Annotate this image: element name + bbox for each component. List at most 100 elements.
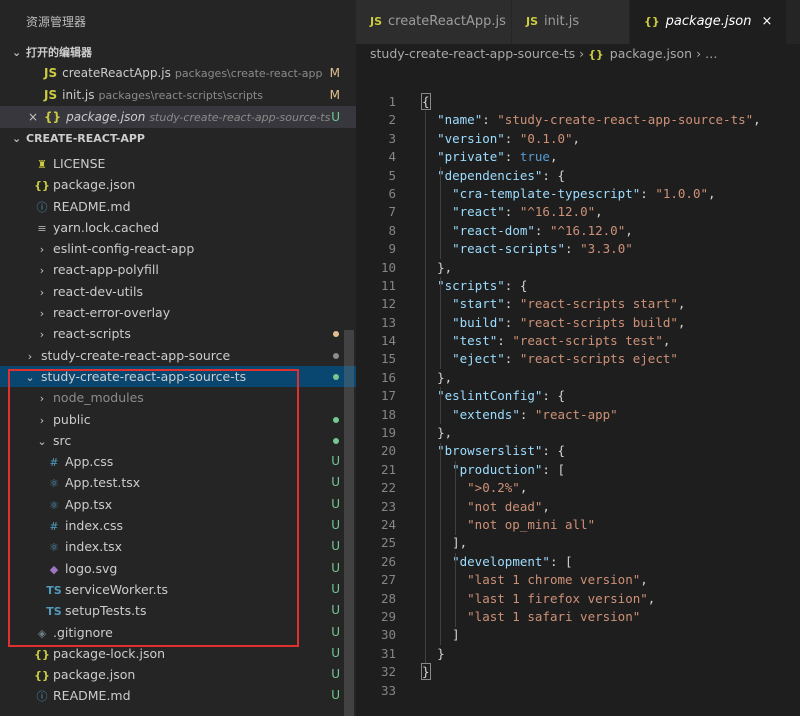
tree-item-label: package.json bbox=[53, 667, 136, 683]
tree-item[interactable]: # App.css U bbox=[0, 451, 356, 472]
tree-item[interactable]: › eslint-config-react-app bbox=[0, 238, 356, 259]
tree-item[interactable]: ♜ LICENSE bbox=[0, 153, 356, 174]
tree-item[interactable]: ⌄ study-create-react-app-source-ts bbox=[0, 365, 356, 388]
code-line: 14 "test": "react-scripts test", bbox=[356, 332, 800, 350]
tree-item[interactable]: ⚛ App.test.tsx U bbox=[0, 472, 356, 493]
chevron-right-icon: › bbox=[39, 264, 45, 278]
tree-item-label: README.md bbox=[53, 688, 131, 704]
open-editor-item[interactable]: JS init.js packages\react-scripts\scripts M bbox=[0, 84, 356, 106]
tree-item[interactable]: ⚛ index.tsx U bbox=[0, 536, 356, 557]
code-line: 19 }, bbox=[356, 424, 800, 442]
tree-item[interactable]: › react-error-overlay bbox=[0, 302, 356, 323]
tree-item[interactable]: ◈ .gitignore U bbox=[0, 622, 356, 643]
file-tree: ♜ LICENSE{} package.json ⓘ README.md ≡ yarn.lo… bbox=[0, 153, 356, 707]
line-number: 28 bbox=[380, 590, 396, 606]
breadcrumb-more[interactable]: … bbox=[705, 46, 718, 61]
tree-item[interactable]: › node_modules bbox=[0, 387, 356, 408]
tree-item-label: App.test.tsx bbox=[65, 475, 141, 491]
line-text: ], bbox=[452, 535, 468, 551]
svg-icon: ◆ bbox=[49, 562, 59, 576]
chevron-down-icon: ⌄ bbox=[25, 370, 35, 384]
tab-label: init.js bbox=[544, 14, 580, 29]
line-number: 23 bbox=[380, 498, 396, 514]
line-text: "not dead", bbox=[467, 498, 550, 514]
line-number: 18 bbox=[380, 406, 396, 422]
tree-item-label: node_modules bbox=[53, 390, 144, 406]
line-text: "eslintConfig": { bbox=[437, 388, 566, 404]
tree-item[interactable]: › study-create-react-app-source bbox=[0, 345, 356, 366]
tree-item[interactable]: › react-dev-utils bbox=[0, 281, 356, 302]
line-text: "development": [ bbox=[452, 553, 573, 569]
chevron-right-icon: › bbox=[27, 349, 33, 363]
line-number: 21 bbox=[380, 461, 396, 477]
code-line: 23 "not dead", bbox=[356, 498, 800, 516]
tree-item[interactable]: # index.css U bbox=[0, 515, 356, 536]
tree-item[interactable]: TS serviceWorker.ts U bbox=[0, 579, 356, 600]
hash-icon: # bbox=[49, 520, 59, 534]
tree-item[interactable]: {} package.json bbox=[0, 174, 356, 195]
tree-item[interactable]: {} package.json U bbox=[0, 664, 356, 685]
tree-item[interactable]: ⌄ src bbox=[0, 430, 356, 451]
open-editors-header[interactable]: ⌄ 打开的编辑器 bbox=[0, 44, 356, 62]
tree-item-label: react-dev-utils bbox=[53, 283, 143, 299]
code-line: 6 "cra-template-typescript": "1.0.0", bbox=[356, 185, 800, 203]
tree-item[interactable]: ⓘ README.md bbox=[0, 196, 356, 217]
chevron-right-icon: › bbox=[696, 46, 706, 61]
line-text: "scripts": { bbox=[437, 277, 528, 293]
tree-item[interactable]: ⓘ README.md U bbox=[0, 685, 356, 706]
git-status-badge: U bbox=[331, 496, 340, 511]
js-file-icon: JS bbox=[44, 66, 58, 80]
code-line: 21 "production": [ bbox=[356, 461, 800, 479]
open-editor-item[interactable]: JS createReactApp.js packages\create-react… bbox=[0, 62, 356, 84]
line-number: 19 bbox=[380, 425, 396, 441]
sidebar-scrollbar[interactable] bbox=[344, 330, 354, 716]
tree-item[interactable]: › react-app-polyfill bbox=[0, 259, 356, 280]
open-editor-item[interactable]: × {} package.json study-create-react-app-so… bbox=[0, 106, 356, 128]
tree-item[interactable]: TS setupTests.ts U bbox=[0, 600, 356, 621]
line-number: 26 bbox=[380, 553, 396, 569]
line-number: 16 bbox=[380, 369, 396, 385]
tree-item-label: README.md bbox=[53, 198, 131, 214]
tree-item[interactable]: › public bbox=[0, 409, 356, 430]
code-line: 18 "extends": "react-app" bbox=[356, 406, 800, 424]
line-text: "cra-template-typescript": "1.0.0", bbox=[452, 185, 716, 201]
git-status-badge: U bbox=[331, 539, 340, 554]
tree-item[interactable]: ≡ yarn.lock.cached bbox=[0, 217, 356, 238]
line-text: "not op_mini all" bbox=[467, 516, 596, 532]
tree-item[interactable]: › react-scripts bbox=[0, 323, 356, 344]
indent-guide bbox=[455, 553, 457, 627]
tab-init-js[interactable]: JS init.js bbox=[512, 0, 630, 44]
code-line: 30 ] bbox=[356, 626, 800, 644]
breadcrumb-folder[interactable]: study-create-react-app-source-ts bbox=[370, 46, 575, 61]
chevron-down-icon: ⌄ bbox=[37, 434, 47, 448]
chevron-down-icon: ⌄ bbox=[12, 46, 22, 59]
tree-item[interactable]: ◆ logo.svg U bbox=[0, 558, 356, 579]
line-text: }, bbox=[437, 259, 453, 275]
git-status-dot bbox=[333, 416, 339, 423]
close-icon[interactable]: × bbox=[762, 14, 773, 29]
chevron-right-icon: › bbox=[579, 46, 589, 61]
git-status-badge: U bbox=[331, 645, 340, 660]
explorer-title: 资源管理器 bbox=[26, 15, 87, 29]
tab-createReactApp-js[interactable]: JS createReactApp.js bbox=[356, 0, 512, 44]
code-line: 5 "dependencies": { bbox=[356, 167, 800, 185]
tab-package-json[interactable]: {} package.json × bbox=[630, 0, 788, 44]
license-icon: ♜ bbox=[37, 158, 47, 171]
code-editor[interactable]: 1{2 "name": "study-create-react-app-sour… bbox=[356, 93, 800, 700]
open-editor-name: createReactApp.js bbox=[62, 66, 171, 80]
project-header[interactable]: ⌄ CREATE-REACT-APP bbox=[0, 130, 356, 148]
open-editor-name: init.js bbox=[62, 88, 95, 102]
js-file-icon: JS bbox=[370, 15, 383, 28]
code-line: 16 }, bbox=[356, 369, 800, 387]
tree-item-label: public bbox=[53, 411, 91, 427]
git-status-badge: U bbox=[331, 454, 340, 469]
code-line: 8 "react-dom": "^16.12.0", bbox=[356, 222, 800, 240]
close-icon[interactable]: × bbox=[28, 106, 38, 128]
line-number: 20 bbox=[380, 443, 396, 459]
tree-item[interactable]: ⚛ App.tsx U bbox=[0, 494, 356, 515]
breadcrumb-file[interactable]: package.json bbox=[610, 46, 692, 61]
tree-item[interactable]: {} package-lock.json U bbox=[0, 643, 356, 664]
tree-item-label: App.tsx bbox=[65, 496, 113, 512]
json-file-icon: {} bbox=[644, 15, 660, 28]
line-text: "dependencies": { bbox=[437, 167, 566, 183]
